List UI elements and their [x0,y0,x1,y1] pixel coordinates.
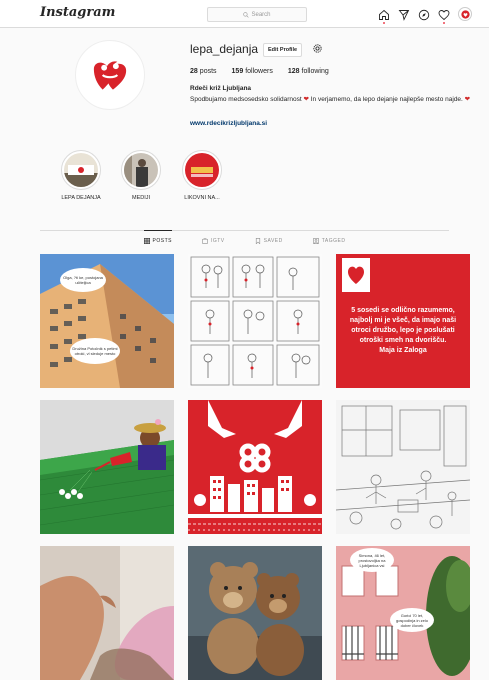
story-highlight-mediji[interactable]: MEDIJI [106,150,176,201]
highlight-cover-image [185,153,219,187]
red-cross-hearts-logo-icon [93,61,127,90]
highlight-label: LIKOVNI NA... [184,195,220,201]
profile-username: lepa_dejanja [190,42,259,56]
followers-count: 159 [231,68,244,75]
home-button[interactable] [378,8,390,24]
speech-bubble: Olga, ?ti ke, postojana učiteljica [60,268,106,292]
profile-full-name: Rdeči križ Ljubljana [190,85,252,92]
tab-igtv[interactable]: IGTV [201,231,225,251]
profile-avatar[interactable] [75,40,145,110]
teddy-bears-photo [188,546,322,680]
profile-tabs: POSTS IGTV SAVED TAGGED [40,230,449,251]
speech-bubble: Družina Potočnik s petimi otroki, vl sle… [70,338,120,364]
watering-flowers-illustration [40,400,174,534]
posts-stat: 28 posts [190,68,217,75]
tab-posts[interactable]: POSTS [143,230,172,251]
bio-line-2: In verjamemo, da lepo dejanje najlepše m… [310,96,463,103]
post-quote-card[interactable]: 5 sosedi se odlično razumemo, najbolj mi… [336,254,470,388]
notification-dot [443,22,445,24]
following-stat[interactable]: 128 following [288,68,329,75]
post-teddy-bears[interactable] [188,546,322,680]
edit-profile-button[interactable]: Edit Profile [263,43,303,57]
highlight-cover-image [64,153,98,187]
followers-label: followers [245,68,273,75]
top-navigation-bar: Instagram Search [0,0,489,28]
post-comic-sketch[interactable] [188,254,322,388]
posts-label: posts [199,68,217,75]
igtv-icon [201,238,208,244]
activity-button[interactable] [438,8,450,24]
post-hands-touching[interactable] [40,546,174,680]
tab-label: POSTS [152,238,172,244]
highlight-label: MEDIJI [131,195,151,201]
heart-icon [438,10,450,21]
explore-button[interactable] [418,8,430,21]
followers-stat[interactable]: 159 followers [232,68,273,75]
tab-saved[interactable]: SAVED [255,231,283,251]
speech-bubble: Gorici 70 let, gospodinja in zelo dober … [390,608,434,632]
post-building-neighbors[interactable]: Olga, ?ti ke, postojana učiteljica Druži… [40,254,174,388]
tab-label: IGTV [210,238,225,244]
tab-tagged[interactable]: TAGGED [312,231,346,251]
red-heart-icon: ❤ [303,96,309,103]
notification-dot [383,22,385,24]
post-pink-building[interactable]: Simona, 46 let, prostovoljka na Ljubljan… [336,546,470,680]
instagram-logo[interactable]: Instagram [40,5,115,20]
comic-panels-illustration [188,254,322,388]
speech-bubble: Simona, 46 let, prostovoljka na Ljubljan… [350,548,394,572]
hands-buildings-illustration [188,400,322,534]
courtyard-sketch-illustration [336,400,470,534]
bio-line-1: Spodbujamo medsosedsko solidarnost [190,96,302,103]
profile-website-link[interactable]: www.rdecikrizljubljana.si [190,120,267,127]
quote-author: Maja iz Zaloga [379,347,427,354]
direct-messages-button[interactable] [398,8,410,21]
search-placeholder: Search [251,11,271,18]
search-icon [243,11,250,18]
quote-body: 5 sosedi se odlično razumemo, najbolj mi… [349,307,457,344]
highlight-cover-image [124,153,158,187]
quote-text: 5 sosedi se odlično razumemo, najbolj mi… [346,306,460,356]
post-courtyard-sketch[interactable] [336,400,470,534]
search-input[interactable]: Search [207,7,307,22]
paper-plane-icon [398,10,410,21]
tab-label: TAGGED [321,238,346,244]
profile-stats: 28 posts 159 followers 128 following [190,68,329,75]
story-highlight-likovni[interactable]: LIKOVNI NA... [167,150,237,201]
posts-grid: Olga, ?ti ke, postojana učiteljica Druži… [40,254,470,680]
following-count: 128 [287,68,300,75]
building-photo [40,254,174,388]
post-red-cross-hands[interactable] [188,400,322,534]
red-heart-icon: ❤ [464,96,471,103]
compass-icon [418,9,430,21]
red-cross-logo-icon [460,9,470,19]
hands-photo [40,546,174,680]
grid-icon [143,238,150,244]
following-label: following [301,68,329,75]
settings-gear-icon[interactable] [312,43,323,54]
profile-avatar-button[interactable] [458,7,472,21]
home-icon [379,9,389,20]
posts-count: 28 [190,68,198,75]
post-watering-flowers[interactable] [40,400,174,534]
tab-label: SAVED [263,238,283,244]
tagged-person-icon [312,238,319,244]
bookmark-icon [255,238,260,244]
profile-bio: Spodbujamo medsosedsko solidarnost ❤ In … [190,95,480,105]
